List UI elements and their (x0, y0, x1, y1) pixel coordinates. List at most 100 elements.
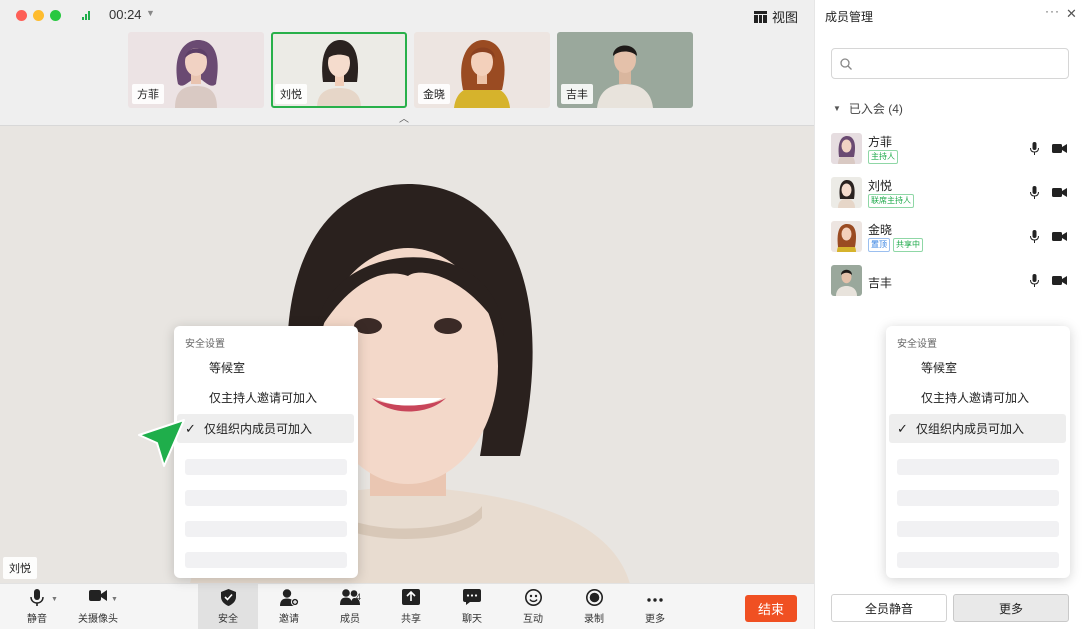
camera-icon[interactable] (1052, 275, 1067, 286)
minimize-window-button[interactable] (33, 10, 44, 21)
camera-icon[interactable] (1052, 143, 1067, 154)
view-button-label: 视图 (772, 10, 799, 25)
option-waiting-room[interactable]: 等候室 (177, 353, 354, 382)
placeholder-bar (897, 521, 1059, 537)
record-button[interactable]: 录制 (564, 584, 624, 629)
role-badge: 主持人 (868, 150, 898, 164)
add-user-icon (279, 589, 299, 607)
chevron-down-icon[interactable]: ▼ (146, 8, 155, 18)
caret-down-icon: ▼ (833, 104, 841, 113)
view-button[interactable]: 视图 (754, 7, 798, 26)
checkmark-icon: ✓ (897, 420, 908, 436)
option-label: 等候室 (921, 361, 958, 375)
option-waiting-room[interactable]: 等候室 (889, 353, 1066, 382)
thumbnail-fangfei[interactable]: 方菲 (128, 32, 264, 108)
avatar (831, 221, 862, 252)
shield-icon (220, 589, 236, 607)
chat-icon (463, 589, 481, 607)
member-name: 方菲 (868, 135, 893, 149)
speaker-name-tag: 刘悦 (3, 557, 37, 579)
members-button[interactable]: 成员 4 (320, 584, 380, 629)
panel-more-icon[interactable]: ··· (1045, 4, 1060, 18)
avatar (831, 265, 862, 296)
thumbnail-jifeng[interactable]: 吉丰 (557, 32, 693, 108)
joined-section-header[interactable]: ▼ 已入会 (4) (833, 100, 903, 117)
member-tags: 联席主持人 (868, 194, 914, 208)
members-label: 成员 (340, 614, 360, 625)
avatar (831, 133, 862, 164)
option-org-members-only[interactable]: ✓ 仅组织内成员可加入 (177, 414, 354, 443)
interact-label: 互动 (523, 614, 543, 625)
placeholder-bar (185, 552, 347, 568)
more-button[interactable]: 更多 (625, 584, 685, 629)
title-bar: 00:24 ▼ 视图 (0, 0, 814, 30)
chat-button[interactable]: 聊天 (442, 584, 502, 629)
grid-view-icon (754, 10, 767, 23)
zoom-window-button[interactable] (50, 10, 61, 21)
option-host-invite-only[interactable]: 仅主持人邀请可加入 (889, 383, 1066, 412)
member-row[interactable]: 金晓 置顶 共享中 (831, 217, 1069, 257)
chevron-down-icon[interactable]: ▼ (51, 596, 58, 603)
member-count-badge: 4 (356, 592, 362, 602)
member-tags: 主持人 (868, 150, 898, 164)
pointer-cursor-icon (138, 419, 185, 467)
member-name: 吉丰 (868, 276, 893, 290)
mute-button[interactable]: 静音 ▼ (7, 584, 67, 629)
invite-button[interactable]: 邀请 (259, 584, 319, 629)
member-row[interactable]: 方菲 主持人 (831, 129, 1069, 169)
camera-icon[interactable] (1052, 187, 1067, 198)
placeholder-bar (897, 552, 1059, 568)
avatar (831, 177, 862, 208)
camera-off-label: 关摄像头 (78, 614, 118, 625)
chevron-down-icon[interactable]: ▼ (111, 596, 118, 603)
close-window-button[interactable] (16, 10, 27, 21)
camera-icon[interactable] (1052, 231, 1067, 242)
camera-icon (89, 589, 107, 607)
invite-label: 邀请 (279, 614, 299, 625)
option-label: 仅主持人邀请可加入 (209, 391, 318, 405)
microphone-icon[interactable] (1030, 230, 1039, 243)
panel-more-button[interactable]: 更多 (953, 594, 1069, 622)
sharing-badge: 共享中 (893, 238, 923, 252)
microphone-icon[interactable] (1030, 142, 1039, 155)
thumbnail-jinxiao[interactable]: 金晓 (414, 32, 550, 108)
placeholder-bar (897, 490, 1059, 506)
mute-all-button[interactable]: 全员静音 (831, 594, 947, 622)
option-host-invite-only[interactable]: 仅主持人邀请可加入 (177, 383, 354, 412)
interact-button[interactable]: 互动 (503, 584, 563, 629)
share-button[interactable]: 共享 (381, 584, 441, 629)
share-screen-icon (402, 589, 420, 607)
signal-strength-icon (82, 10, 90, 20)
placeholder-bar (185, 490, 347, 506)
thumbnail-name: 金晓 (418, 84, 450, 104)
more-label: 更多 (645, 614, 665, 625)
option-label: 等候室 (209, 361, 246, 375)
security-settings-popup: 安全设置 等候室 仅主持人邀请可加入 ✓ 仅组织内成员可加入 (886, 326, 1070, 578)
search-icon (840, 58, 852, 70)
member-search[interactable] (831, 48, 1069, 79)
camera-off-button[interactable]: 关摄像头 ▼ (68, 584, 128, 629)
option-org-members-only[interactable]: ✓ 仅组织内成员可加入 (889, 414, 1066, 443)
more-dots-icon (647, 589, 663, 607)
option-label: 仅主持人邀请可加入 (921, 391, 1030, 405)
meeting-toolbar: 静音 ▼ 关摄像头 ▼ 安全 邀请 成员 4 共享 聊天 互动 录制 更多 结束 (0, 583, 814, 629)
search-input[interactable] (860, 54, 1060, 74)
member-row[interactable]: 吉丰 (831, 261, 1069, 301)
member-row[interactable]: 刘悦 联席主持人 (831, 173, 1069, 213)
role-badge: 联席主持人 (868, 194, 914, 208)
close-icon[interactable]: ✕ (1066, 6, 1077, 22)
microphone-icon[interactable] (1030, 274, 1039, 287)
popup-header: 安全设置 (897, 339, 937, 350)
option-label: 仅组织内成员可加入 (204, 422, 313, 436)
thumbnail-name: 方菲 (132, 84, 164, 104)
placeholder-bar (185, 459, 347, 475)
meeting-main-area: 00:24 ▼ 视图 方菲 刘悦 金晓 吉丰 ︿ 刘悦 静音 ▼ 关摄像头 ▼ … (0, 0, 814, 629)
security-button[interactable]: 安全 (198, 584, 258, 629)
participant-thumbnails: 方菲 刘悦 金晓 吉丰 (128, 32, 693, 108)
thumbnail-liuyue[interactable]: 刘悦 (271, 32, 407, 108)
option-label: 仅组织内成员可加入 (916, 422, 1025, 436)
microphone-icon[interactable] (1030, 186, 1039, 199)
collapse-thumbnails-icon[interactable]: ︿ (399, 110, 409, 125)
end-meeting-button[interactable]: 结束 (745, 595, 797, 622)
popup-header: 安全设置 (185, 339, 225, 350)
